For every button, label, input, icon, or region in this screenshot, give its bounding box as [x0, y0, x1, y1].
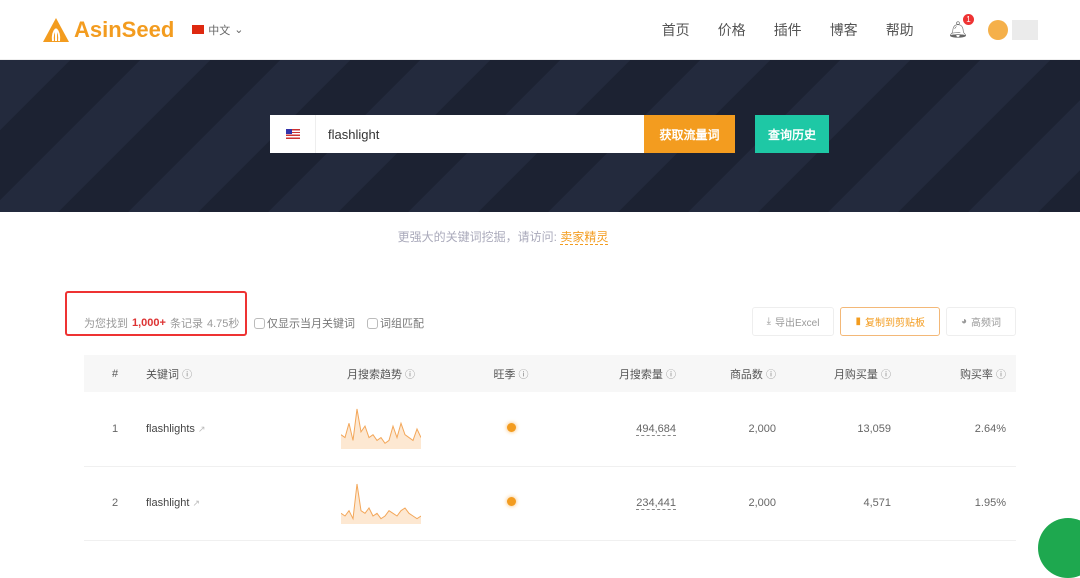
nav-pricing[interactable]: 价格 [718, 20, 746, 40]
search-volume-link[interactable]: 494,684 [636, 422, 676, 436]
nav-home[interactable]: 首页 [662, 20, 690, 40]
col-index: # [84, 355, 146, 392]
search-bar: 获取流量词 查询历史 [270, 115, 829, 153]
help-icon: ⓘ [518, 369, 529, 381]
table-row: 2 flashlight ↗ 234,441 2,000 4,571 1.95% [84, 466, 1016, 541]
chevron-down-icon: ⌄ [234, 24, 244, 36]
help-icon: ⓘ [182, 369, 193, 381]
keyword-table: # 关键词 ⓘ 月搜索趋势 ⓘ 旺季 ⓘ 月搜索量 ⓘ 商品数 ⓘ 月购买量 ⓘ… [84, 355, 1016, 541]
pie-chart-icon: ◕ [960, 316, 967, 327]
chat-button[interactable] [1038, 518, 1080, 578]
col-trend[interactable]: 月搜索趋势 ⓘ [306, 355, 456, 392]
nav-blog[interactable]: 博客 [830, 20, 858, 40]
copy-clipboard-button[interactable]: ▮ 复制到剪贴板 [840, 307, 940, 336]
brand-logo[interactable]: AsinSeed [42, 17, 174, 43]
help-icon: ⓘ [996, 369, 1006, 381]
help-icon: ⓘ [766, 369, 776, 381]
external-link-icon[interactable]: ↗ [192, 498, 200, 508]
external-link-icon[interactable]: ↗ [198, 424, 206, 434]
search-hero: 获取流量词 查询历史 更强大的关键词挖掘，请访问: 卖家精灵 [0, 60, 1080, 245]
trend-sparkline [340, 483, 422, 524]
query-history-button[interactable]: 查询历史 [755, 115, 829, 153]
language-select[interactable]: 中文 ⌄ [192, 22, 243, 38]
nav-help[interactable]: 帮助 [886, 20, 914, 40]
col-purchase-rate[interactable]: 购买率 ⓘ [901, 355, 1016, 392]
notification-badge: 1 [963, 13, 974, 25]
peak-season-dot [506, 422, 516, 432]
seller-sprite-link[interactable]: 卖家精灵 [560, 230, 609, 245]
peak-season-dot [506, 497, 516, 506]
avatar[interactable] [988, 19, 1008, 40]
top-nav: AsinSeed 中文 ⌄ 首页 价格 插件 博客 帮助 🔔︎ 1 [0, 0, 1080, 60]
phrase-match-checkbox[interactable]: 词组匹配 [367, 315, 424, 331]
col-search-volume[interactable]: 月搜索量 ⓘ [566, 355, 686, 392]
col-peak-season[interactable]: 旺季 ⓘ [456, 355, 566, 392]
search-volume-link[interactable]: 234,441 [636, 497, 676, 510]
export-excel-button[interactable]: ⤓ 导出Excel [751, 307, 835, 336]
keyword-input[interactable] [316, 115, 644, 153]
user-name-blurred[interactable] [1012, 19, 1038, 40]
trend-line [340, 409, 422, 445]
download-icon: ⤓ [766, 316, 771, 327]
clipboard-icon: ▮ [855, 316, 861, 327]
help-icon: ⓘ [881, 369, 891, 381]
help-icon: ⓘ [405, 369, 416, 381]
trend-line [340, 483, 422, 520]
seed-logo-icon [43, 17, 69, 42]
hint-text: 更强大的关键词挖掘，请访问: 卖家精灵 [397, 230, 609, 245]
table-row: 1 flashlights ↗ 494,684 2,000 13,059 2.6… [84, 392, 1016, 467]
marketplace-select[interactable] [270, 115, 316, 153]
china-flag-icon [192, 25, 205, 34]
col-keyword[interactable]: 关键词 ⓘ [146, 355, 306, 392]
trend-sparkline [340, 409, 422, 450]
col-products[interactable]: 商品数 ⓘ [686, 355, 786, 392]
trend-area [341, 409, 421, 450]
us-flag-icon [285, 129, 300, 139]
keyword-link[interactable]: flashlights [146, 423, 195, 435]
get-keywords-button[interactable]: 获取流量词 [644, 115, 735, 153]
frequent-words-button[interactable]: ◕ 高频词 [945, 307, 1016, 336]
nav-plugin[interactable]: 插件 [774, 20, 802, 40]
keyword-link[interactable]: flashlight [146, 497, 189, 509]
bell-icon[interactable]: 🔔︎ 1 [948, 13, 974, 40]
month-only-checkbox[interactable]: 仅显示当月关键词 [254, 315, 355, 331]
help-icon: ⓘ [666, 369, 676, 381]
col-purchases[interactable]: 月购买量 ⓘ [786, 355, 901, 392]
result-summary: 为您找到 1,000+ 条记录 4.75秒 [84, 317, 240, 330]
